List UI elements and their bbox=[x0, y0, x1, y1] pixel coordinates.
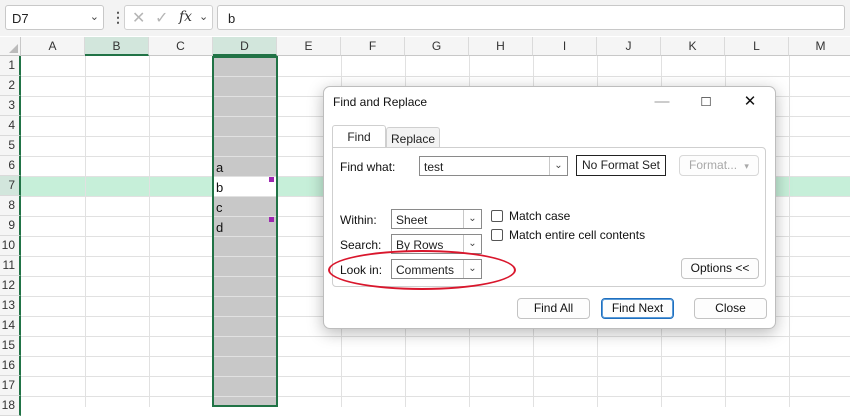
column-d-top-border bbox=[212, 56, 278, 58]
chevron-down-icon[interactable]: ⌄ bbox=[90, 10, 99, 23]
find-what-input[interactable]: test ⌄ bbox=[419, 156, 568, 176]
format-button-label: Format... bbox=[689, 158, 738, 172]
column-header-e[interactable]: E bbox=[277, 37, 341, 56]
find-what-value: test bbox=[424, 160, 444, 174]
row-header-3[interactable]: 3 bbox=[0, 96, 21, 116]
row-header-4[interactable]: 4 bbox=[0, 116, 21, 136]
row-header-15[interactable]: 15 bbox=[0, 336, 21, 356]
format-button[interactable]: Format... ▾ bbox=[679, 155, 759, 176]
column-header-m[interactable]: M bbox=[789, 37, 850, 56]
column-header-a[interactable]: A bbox=[21, 37, 85, 56]
match-case-label[interactable]: Match case bbox=[509, 209, 570, 223]
chevron-down-icon[interactable]: ⌄ bbox=[463, 210, 481, 228]
tab-find[interactable]: Find bbox=[332, 125, 386, 148]
cell-d8[interactable]: c bbox=[216, 200, 223, 215]
select-all-corner[interactable] bbox=[0, 37, 21, 56]
within-label: Within: bbox=[340, 213, 377, 227]
column-header-l[interactable]: L bbox=[725, 37, 789, 56]
row-header-17[interactable]: 17 bbox=[0, 376, 21, 396]
look-in-annotation-circle bbox=[328, 250, 516, 290]
row-header-9[interactable]: 9 bbox=[0, 216, 21, 236]
dialog-title: Find and Replace bbox=[333, 95, 428, 109]
options-button[interactable]: Options << bbox=[681, 258, 759, 279]
find-what-label: Find what: bbox=[340, 160, 396, 174]
formula-controls: ✕ ✓ fx ⌄ bbox=[124, 5, 213, 30]
tab-replace[interactable]: Replace bbox=[386, 127, 440, 148]
within-value: Sheet bbox=[396, 213, 428, 227]
match-entire-checkbox[interactable] bbox=[491, 229, 503, 241]
row-header-11[interactable]: 11 bbox=[0, 256, 21, 276]
cancel-icon[interactable]: ✕ bbox=[132, 8, 145, 28]
minimize-icon[interactable]: — bbox=[644, 89, 680, 115]
formula-input[interactable]: b bbox=[217, 5, 845, 30]
row-header-14[interactable]: 14 bbox=[0, 316, 21, 336]
comment-indicator-icon[interactable] bbox=[269, 217, 274, 222]
row-header-16[interactable]: 16 bbox=[0, 356, 21, 376]
insert-function-icon[interactable]: fx bbox=[179, 9, 192, 25]
row-header-10[interactable]: 10 bbox=[0, 236, 21, 256]
chevron-down-icon[interactable]: ⌄ bbox=[199, 10, 208, 23]
row-header-6[interactable]: 6 bbox=[0, 156, 21, 176]
comment-indicator-icon[interactable] bbox=[269, 177, 274, 182]
column-header-f[interactable]: F bbox=[341, 37, 405, 56]
row-header-7[interactable]: 7 bbox=[0, 176, 21, 196]
find-next-button[interactable]: Find Next bbox=[601, 298, 674, 319]
maximize-icon[interactable]: □ bbox=[688, 89, 724, 115]
find-all-button[interactable]: Find All bbox=[517, 298, 590, 319]
search-label: Search: bbox=[340, 238, 382, 252]
row-header-8[interactable]: 8 bbox=[0, 196, 21, 216]
row-header-13[interactable]: 13 bbox=[0, 296, 21, 316]
name-box[interactable]: D7 ⌄ bbox=[5, 5, 104, 30]
column-header-i[interactable]: I bbox=[533, 37, 597, 56]
column-header-h[interactable]: H bbox=[469, 37, 533, 56]
cell-d9[interactable]: d bbox=[216, 220, 223, 235]
chevron-down-icon: ▾ bbox=[744, 161, 749, 171]
chevron-down-icon[interactable]: ⌄ bbox=[549, 157, 567, 175]
close-icon[interactable]: ✕ bbox=[732, 89, 768, 115]
column-header-g[interactable]: G bbox=[405, 37, 469, 56]
cell-d7[interactable]: b bbox=[216, 180, 223, 195]
dialog-tabs: Find Replace bbox=[332, 125, 766, 148]
match-entire-label[interactable]: Match entire cell contents bbox=[509, 228, 645, 242]
row-header-5[interactable]: 5 bbox=[0, 136, 21, 156]
cell-d6[interactable]: a bbox=[216, 160, 223, 175]
match-case-checkbox[interactable] bbox=[491, 210, 503, 222]
no-format-set-box: No Format Set bbox=[576, 155, 666, 176]
name-box-value: D7 bbox=[12, 11, 29, 26]
row-header-12[interactable]: 12 bbox=[0, 276, 21, 296]
close-button[interactable]: Close bbox=[694, 298, 767, 319]
row-header-1[interactable]: 1 bbox=[0, 56, 21, 76]
more-options-icon[interactable]: ⋮ bbox=[111, 9, 125, 26]
column-header-b[interactable]: B bbox=[85, 37, 149, 56]
formula-content: b bbox=[228, 11, 236, 26]
column-header-j[interactable]: J bbox=[597, 37, 661, 56]
enter-icon[interactable]: ✓ bbox=[155, 8, 168, 28]
column-header-d[interactable]: D bbox=[213, 37, 277, 56]
chevron-down-icon[interactable]: ⌄ bbox=[463, 235, 481, 253]
column-header-c[interactable]: C bbox=[149, 37, 213, 56]
within-select[interactable]: Sheet ⌄ bbox=[391, 209, 482, 229]
corner-triangle-icon bbox=[9, 44, 18, 53]
row-header-2[interactable]: 2 bbox=[0, 76, 21, 96]
formula-bar: D7 ⌄ ⋮ ✕ ✓ fx ⌄ b bbox=[0, 0, 850, 36]
column-header-k[interactable]: K bbox=[661, 37, 725, 56]
row-header-18[interactable]: 18 bbox=[0, 396, 21, 416]
find-replace-dialog: Find and Replace — □ ✕ Find Replace Find… bbox=[323, 86, 776, 329]
